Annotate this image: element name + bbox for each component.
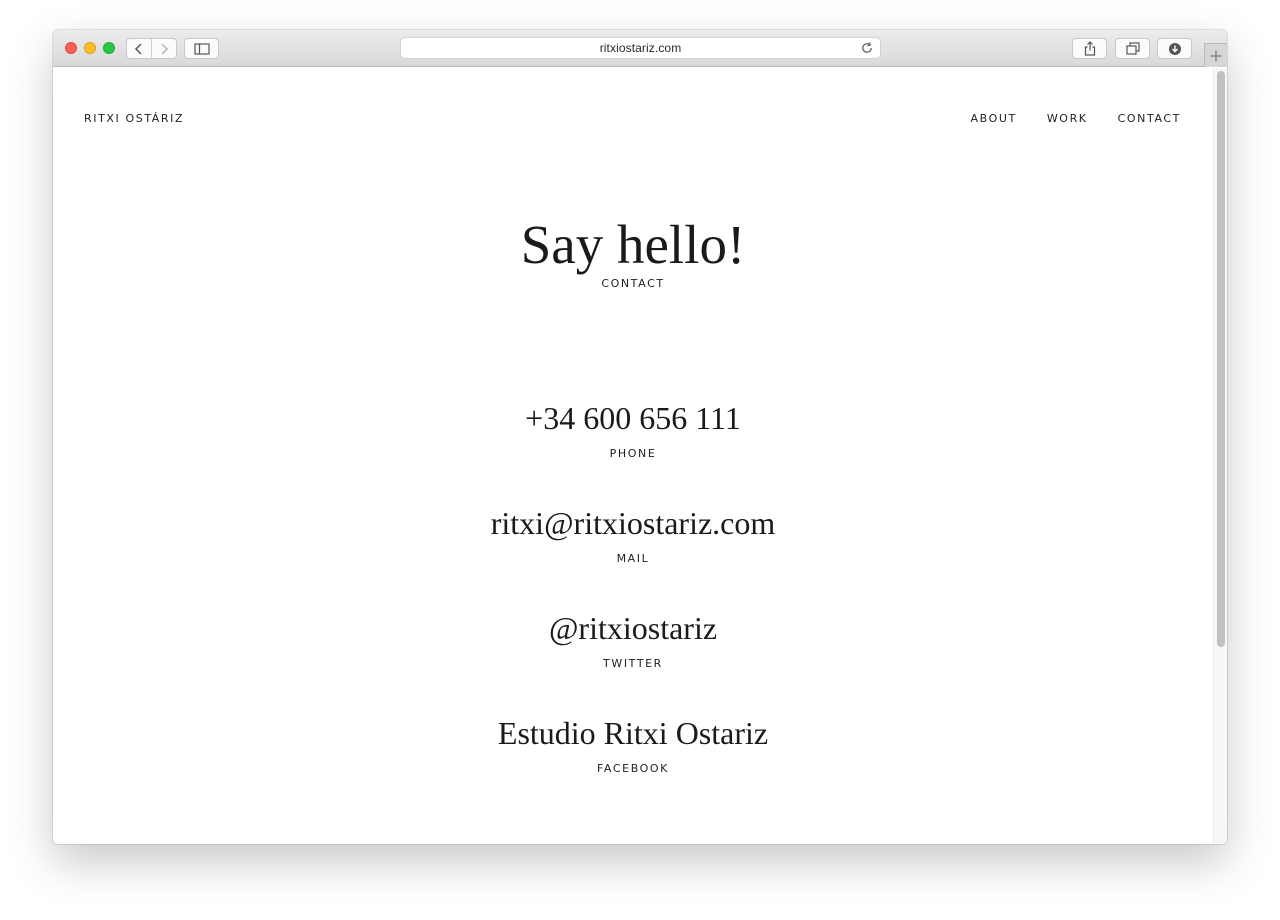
- tabs-icon: [1125, 42, 1140, 55]
- address-bar[interactable]: ritxiostariz.com: [400, 37, 881, 59]
- page-title: Say hello!: [520, 214, 746, 275]
- scrollbar-thumb[interactable]: [1217, 71, 1225, 647]
- nav-work-link[interactable]: WORK: [1047, 112, 1088, 126]
- minimize-window-button[interactable]: [84, 42, 96, 54]
- back-button[interactable]: [127, 39, 152, 58]
- share-button[interactable]: [1072, 38, 1107, 59]
- vertical-scrollbar[interactable]: [1213, 68, 1227, 844]
- nav-contact-link[interactable]: CONTACT: [1118, 112, 1181, 126]
- sidebar-button[interactable]: [184, 38, 219, 59]
- plus-icon: [1210, 50, 1222, 61]
- nav-about-link[interactable]: ABOUT: [971, 112, 1017, 126]
- facebook-value-link[interactable]: Estudio Ritxi Ostariz: [53, 713, 1213, 753]
- maximize-window-button[interactable]: [103, 42, 115, 54]
- phone-value-link[interactable]: +34 600 656 111: [53, 398, 1213, 438]
- site-logo-link[interactable]: RITXI OSTÁRIZ: [84, 112, 184, 126]
- new-tab-button[interactable]: [1204, 43, 1227, 67]
- close-window-button[interactable]: [65, 42, 77, 54]
- twitter-label: TWITTER: [603, 657, 663, 670]
- chevron-left-icon: [134, 42, 142, 55]
- downloads-button[interactable]: [1157, 38, 1192, 59]
- mail-label: MAIL: [616, 552, 650, 565]
- mail-value-link[interactable]: ritxi@ritxiostariz.com: [53, 503, 1213, 543]
- tabs-overview-button[interactable]: [1115, 38, 1150, 59]
- web-page: RITXI OSTÁRIZ ABOUT WORK CONTACT Say hel…: [53, 68, 1227, 844]
- facebook-label: FACEBOOK: [597, 762, 669, 775]
- page-subtitle: CONTACT: [601, 277, 665, 290]
- twitter-value-link[interactable]: @ritxiostariz: [53, 608, 1213, 648]
- sidebar-icon: [193, 42, 210, 55]
- download-icon: [1168, 42, 1181, 55]
- url-text: ritxiostariz.com: [599, 41, 682, 55]
- browser-toolbar: ritxiostariz.com: [53, 30, 1227, 67]
- reload-icon[interactable]: [860, 41, 874, 55]
- main-nav: ABOUT WORK CONTACT: [971, 112, 1181, 126]
- forward-button[interactable]: [152, 39, 176, 58]
- history-nav-group: [126, 38, 177, 59]
- chevron-right-icon: [161, 42, 168, 55]
- phone-label: PHONE: [609, 447, 657, 460]
- share-icon: [1084, 41, 1095, 56]
- browser-window: ritxiostariz.com RITXI OSTÁRIZ ABOUT WOR…: [53, 30, 1227, 844]
